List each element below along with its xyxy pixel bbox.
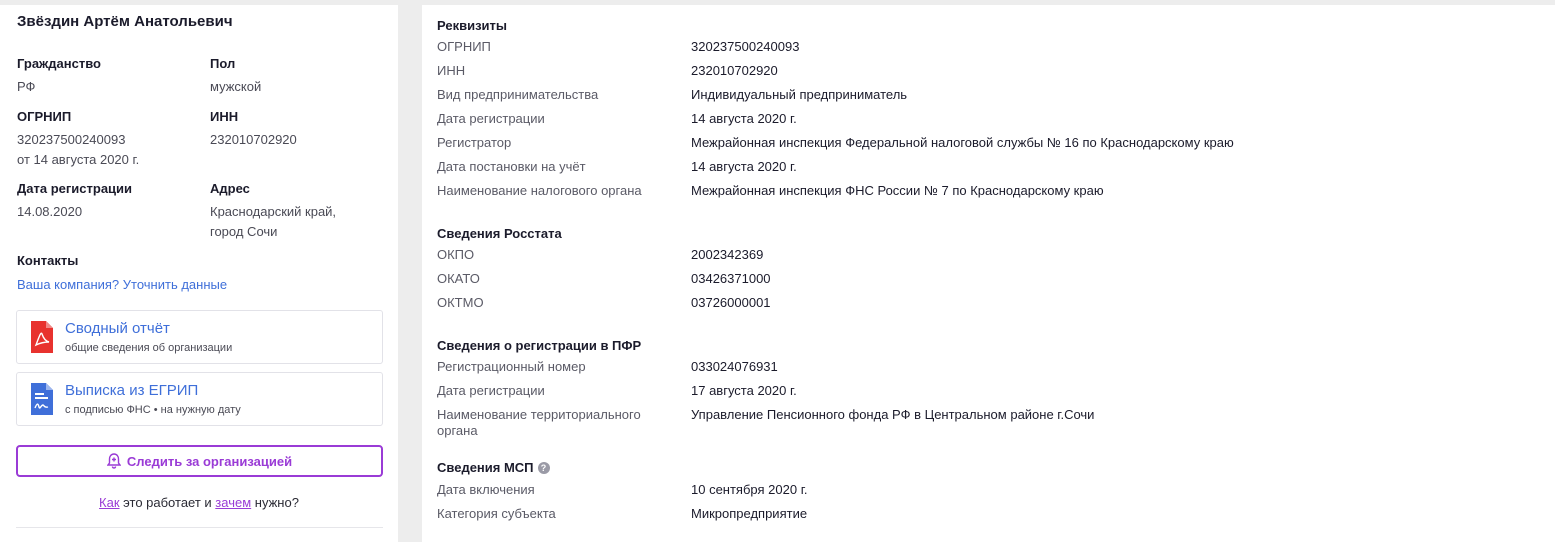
egrip-extract-subtitle: с подписью ФНС • на нужную дату (65, 404, 241, 416)
summary-report-title: Сводный отчёт (65, 320, 170, 337)
ogrnip-label: ОГРНИП (17, 109, 72, 124)
pfr-value-territorial-body: Управление Пенсионного фонда РФ в Центра… (691, 407, 1095, 422)
regdate-value: 14.08.2020 (17, 204, 83, 219)
msp-value-category: Микропредприятие (691, 506, 808, 521)
why-link[interactable]: зачем (215, 495, 251, 510)
egrip-extract-card[interactable]: Выписка из ЕГРИП с подписью ФНС • на нуж… (16, 372, 383, 426)
egrip-extract-title: Выписка из ЕГРИП (65, 382, 199, 399)
rosstat-value-okato: 03426371000 (691, 271, 771, 286)
req-value-tax-reg-date: 14 августа 2020 г. (691, 159, 797, 174)
regdate-label: Дата регистрации (17, 181, 133, 196)
msp-key-category: Категория субъекта (437, 506, 556, 521)
sex-value: мужской (210, 79, 262, 94)
pfr-key-territorial-body: Наименование территориального органа (437, 407, 641, 438)
pfr-key-regdate: Дата регистрации (437, 383, 545, 398)
citizenship-label: Гражданство (17, 56, 101, 71)
pfr-key-reg-number: Регистрационный номер (437, 359, 586, 374)
msp-value-inclusion-date: 10 сентября 2020 г. (691, 482, 808, 497)
page-title: Звёздин Артём Анатольевич (17, 13, 233, 30)
address-line1: Краснодарский край, (210, 204, 337, 219)
follow-button-label: Следить за организацией (126, 453, 293, 469)
pfr-value-reg-number: 033024076931 (691, 359, 778, 374)
req-key-business-type: Вид предпринимательства (437, 87, 599, 102)
pfr-value-regdate: 17 августа 2020 г. (691, 383, 797, 398)
how-text-end: нужно? (251, 495, 299, 510)
citizenship-value: РФ (17, 79, 36, 94)
req-value-regdate: 14 августа 2020 г. (691, 111, 797, 126)
ogrnip-date: от 14 августа 2020 г. (17, 152, 140, 167)
address-label: Адрес (210, 181, 250, 196)
sex-label: Пол (210, 56, 236, 71)
bell-plus-icon (106, 453, 121, 469)
clarify-data-link[interactable]: Ваша компания? Уточнить данные (17, 277, 227, 292)
summary-report-card[interactable]: Сводный отчёт общие сведения об организа… (16, 310, 383, 364)
req-value-ogrnip: 320237500240093 (691, 39, 800, 54)
how-link[interactable]: Как (99, 495, 120, 510)
how-text-mid: это работает и (119, 495, 216, 510)
divider (16, 527, 383, 528)
contacts-label: Контакты (17, 253, 79, 268)
rosstat-title: Сведения Росстата (437, 226, 562, 241)
req-key-regdate: Дата регистрации (437, 111, 545, 126)
rosstat-key-okato: ОКАТО (437, 271, 480, 286)
rosstat-key-okpo: ОКПО (437, 247, 475, 262)
inn-value: 232010702920 (210, 132, 297, 147)
req-value-business-type: Индивидуальный предприниматель (691, 87, 908, 102)
rosstat-value-okpo: 2002342369 (691, 247, 764, 262)
req-value-registrar: Межрайонная инспекция Федеральной налого… (691, 135, 1234, 150)
req-key-inn: ИНН (437, 63, 466, 78)
address-line2: город Сочи (210, 224, 278, 239)
how-it-works: Как это работает и зачем нужно? (0, 495, 398, 510)
req-value-inn: 232010702920 (691, 63, 778, 78)
msp-title: Сведения МСП (437, 460, 534, 475)
pfr-title: Сведения о регистрации в ПФР (437, 338, 642, 353)
rosstat-value-oktmo: 03726000001 (691, 295, 771, 310)
follow-organization-button[interactable]: Следить за организацией (16, 445, 383, 477)
rosstat-key-oktmo: ОКТМО (437, 295, 484, 310)
inn-label: ИНН (210, 109, 239, 124)
requisites-title: Реквизиты (437, 18, 507, 33)
req-key-ogrnip: ОГРНИП (437, 39, 491, 54)
summary-report-subtitle: общие сведения об организации (65, 342, 233, 354)
req-key-registrar: Регистратор (437, 135, 512, 150)
req-key-tax-authority: Наименование налогового органа (437, 183, 642, 198)
req-key-tax-reg-date: Дата постановки на учёт (437, 159, 586, 174)
msp-title-row: Сведения МСП? (437, 460, 550, 475)
pdf-icon (31, 321, 53, 353)
msp-key-inclusion-date: Дата включения (437, 482, 535, 497)
ogrnip-value: 320237500240093 (17, 132, 126, 147)
document-signature-icon (31, 383, 53, 415)
help-icon[interactable]: ? (537, 462, 550, 474)
req-value-tax-authority: Межрайонная инспекция ФНС России № 7 по … (691, 183, 1104, 198)
